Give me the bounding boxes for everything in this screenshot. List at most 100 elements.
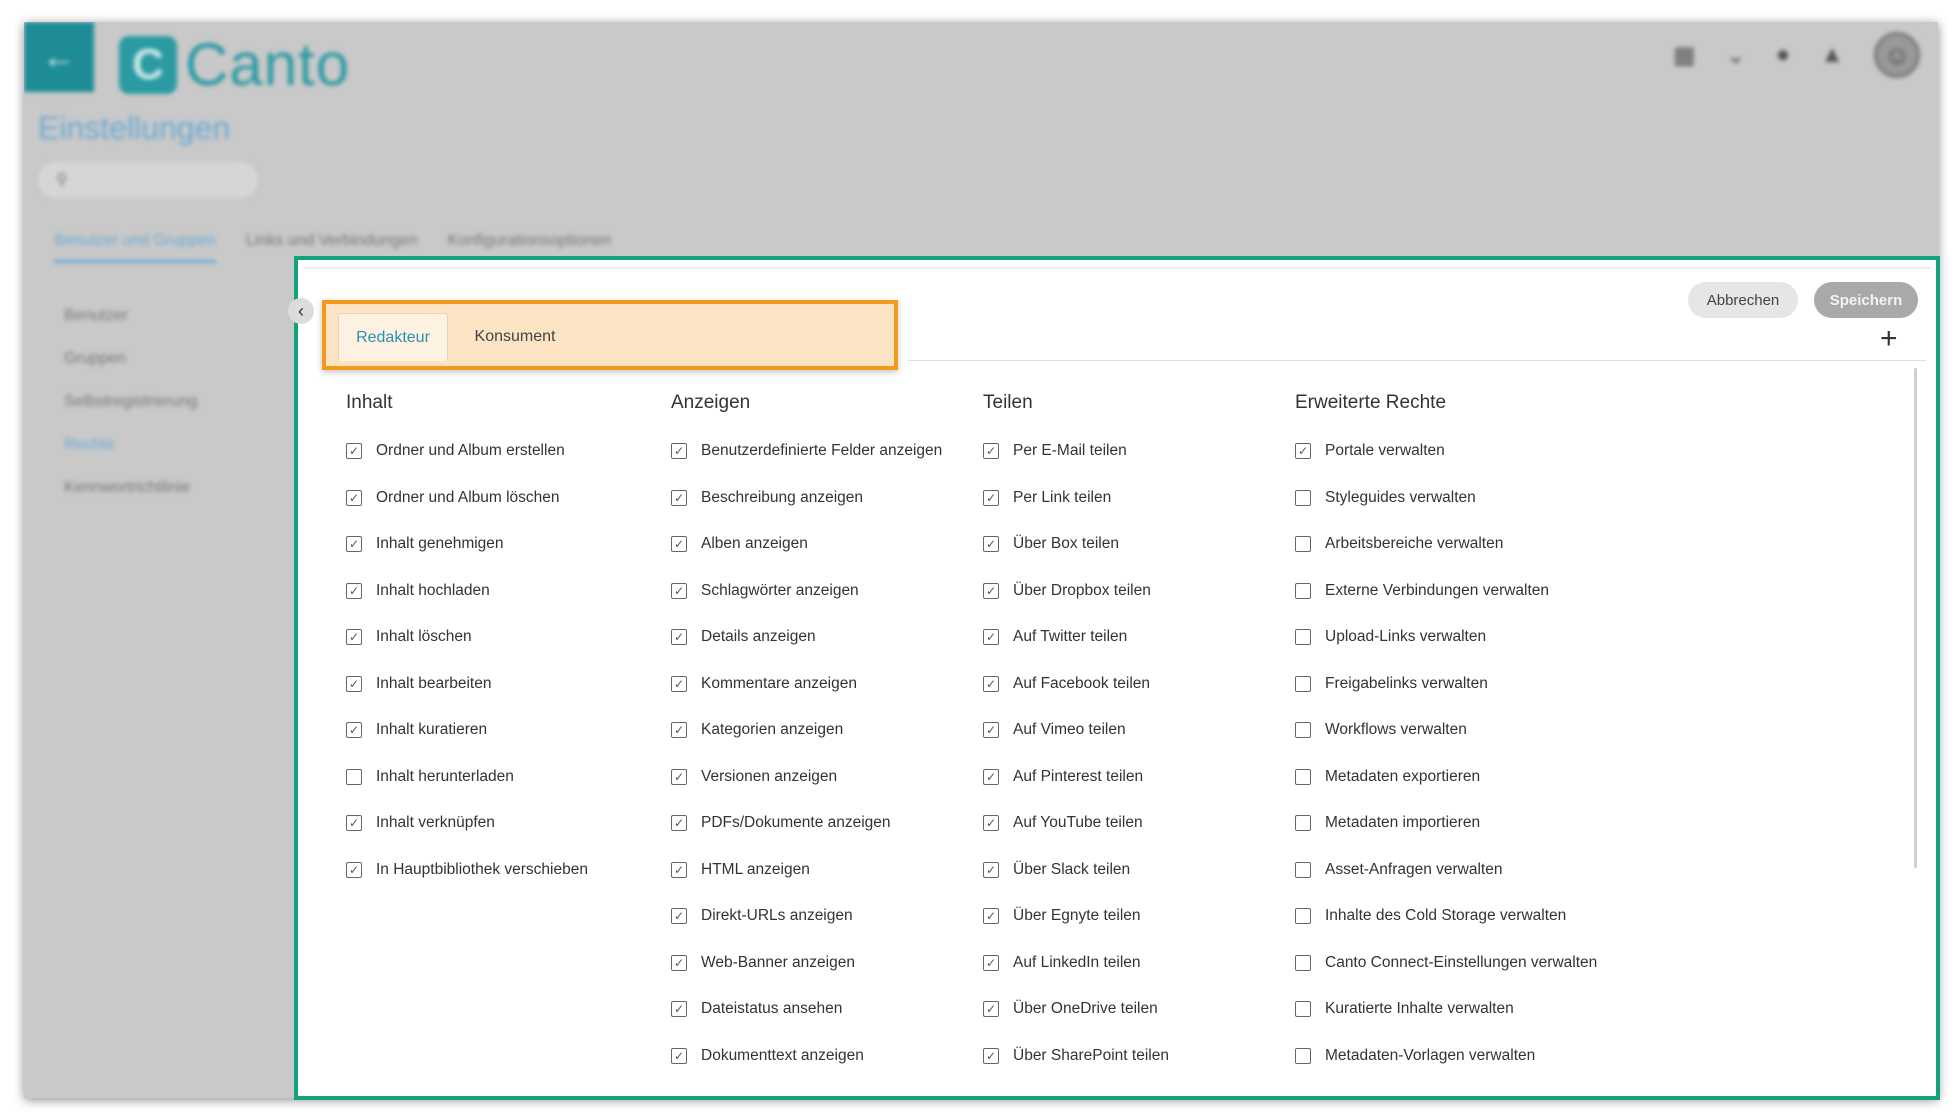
permission-checkbox[interactable] (983, 629, 999, 646)
permission-item[interactable]: Inhalt herunterladen (346, 754, 726, 801)
sidebar-item-self-registration[interactable]: Selbstregistrierung (64, 393, 197, 411)
permission-checkbox[interactable] (671, 1001, 687, 1018)
permission-item[interactable]: Inhalt verknüpfen (346, 800, 726, 847)
permission-label: Canto Connect-Einstellungen verwalten (1325, 953, 1598, 971)
permission-item[interactable]: Styleguides verwalten (1295, 475, 1675, 522)
permission-checkbox[interactable] (1295, 489, 1311, 506)
permission-item[interactable]: Externe Verbindungen verwalten (1295, 568, 1675, 615)
back-button[interactable]: ← (24, 22, 94, 92)
permission-checkbox[interactable] (1295, 908, 1311, 925)
permission-checkbox[interactable] (1295, 443, 1311, 460)
permission-checkbox[interactable] (1295, 675, 1311, 692)
permission-checkbox[interactable] (346, 722, 362, 739)
permission-checkbox[interactable] (983, 768, 999, 785)
permission-item[interactable]: Inhalt löschen (346, 614, 726, 661)
permission-checkbox[interactable] (346, 536, 362, 553)
add-role-icon[interactable]: + (1880, 324, 1898, 354)
permission-item[interactable]: Workflows verwalten (1295, 707, 1675, 754)
permission-checkbox[interactable] (1295, 1047, 1311, 1064)
save-button[interactable]: Speichern (1814, 282, 1918, 318)
help-icon[interactable]: ● (1776, 41, 1791, 69)
permission-checkbox[interactable] (983, 954, 999, 971)
permission-item[interactable]: Arbeitsbereiche verwalten (1295, 521, 1675, 568)
avatar[interactable]: ☺ (1874, 32, 1920, 78)
permission-checkbox[interactable] (346, 443, 362, 460)
permission-checkbox[interactable] (1295, 536, 1311, 553)
permission-checkbox[interactable] (1295, 1001, 1311, 1018)
permission-checkbox[interactable] (983, 908, 999, 925)
permission-item[interactable]: Asset-Anfragen verwalten (1295, 847, 1675, 894)
permission-checkbox[interactable] (346, 629, 362, 646)
permission-checkbox[interactable] (1295, 722, 1311, 739)
permission-checkbox[interactable] (983, 722, 999, 739)
permission-checkbox[interactable] (983, 443, 999, 460)
permission-checkbox[interactable] (346, 861, 362, 878)
permission-checkbox[interactable] (671, 861, 687, 878)
permission-item[interactable]: Inhalt genehmigen (346, 521, 726, 568)
permission-checkbox[interactable] (671, 908, 687, 925)
tab-redakteur[interactable]: Redakteur (338, 313, 448, 361)
permission-label: Inhalt löschen (376, 628, 472, 646)
permission-checkbox[interactable] (1295, 815, 1311, 832)
permission-checkbox[interactable] (346, 768, 362, 785)
permission-item[interactable]: Ordner und Album erstellen (346, 428, 726, 475)
permission-checkbox[interactable] (983, 582, 999, 599)
permission-checkbox[interactable] (983, 1047, 999, 1064)
collapse-sidebar-button[interactable]: ‹ (288, 298, 314, 324)
permission-item[interactable]: Portale verwalten (1295, 428, 1675, 475)
permission-checkbox[interactable] (983, 675, 999, 692)
permission-checkbox[interactable] (983, 1001, 999, 1018)
sidebar-item-users[interactable]: Benutzer (64, 307, 197, 325)
permission-checkbox[interactable] (671, 768, 687, 785)
cancel-button[interactable]: Abbrechen (1688, 282, 1798, 318)
bell-icon[interactable]: ▲ (1820, 41, 1844, 69)
permission-checkbox[interactable] (671, 1047, 687, 1064)
tab-users-groups[interactable]: Benutzer und Gruppen (54, 232, 216, 263)
permission-label: HTML anzeigen (701, 860, 810, 878)
chevron-down-icon[interactable]: ⌄ (1726, 41, 1746, 70)
sidebar-item-rights[interactable]: Rechte (64, 436, 197, 454)
permission-item[interactable]: Canto Connect-Einstellungen verwalten (1295, 940, 1675, 987)
permission-item[interactable]: Inhalt hochladen (346, 568, 726, 615)
permission-item[interactable]: Freigabelinks verwalten (1295, 661, 1675, 708)
sidebar-item-password-policy[interactable]: Kennwortrichtlinie (64, 479, 197, 497)
permission-checkbox[interactable] (671, 443, 687, 460)
scrollbar[interactable] (1914, 368, 1917, 868)
permission-checkbox[interactable] (1295, 954, 1311, 971)
permission-checkbox[interactable] (346, 582, 362, 599)
permission-item[interactable]: Metadaten-Vorlagen verwalten (1295, 1033, 1675, 1080)
permission-checkbox[interactable] (983, 489, 999, 506)
permission-checkbox[interactable] (346, 489, 362, 506)
permission-item[interactable]: Upload-Links verwalten (1295, 614, 1675, 661)
permission-item[interactable]: Inhalt bearbeiten (346, 661, 726, 708)
permission-checkbox[interactable] (1295, 582, 1311, 599)
permission-checkbox[interactable] (671, 815, 687, 832)
permission-item[interactable]: Inhalt kuratieren (346, 707, 726, 754)
permission-checkbox[interactable] (983, 861, 999, 878)
permission-item[interactable]: In Hauptbibliothek verschieben (346, 847, 726, 894)
permission-checkbox[interactable] (671, 536, 687, 553)
sidebar-item-groups[interactable]: Gruppen (64, 350, 197, 368)
permission-item[interactable]: Inhalte des Cold Storage verwalten (1295, 893, 1675, 940)
permission-checkbox[interactable] (671, 489, 687, 506)
permission-item[interactable]: Metadaten importieren (1295, 800, 1675, 847)
permission-checkbox[interactable] (671, 722, 687, 739)
permission-checkbox[interactable] (671, 954, 687, 971)
permission-checkbox[interactable] (1295, 768, 1311, 785)
permission-checkbox[interactable] (346, 675, 362, 692)
permission-label: Inhalt herunterladen (376, 767, 514, 785)
permission-checkbox[interactable] (1295, 629, 1311, 646)
permission-item[interactable]: Ordner und Album löschen (346, 475, 726, 522)
apps-grid-icon[interactable]: ▦ (1673, 41, 1696, 70)
permission-checkbox[interactable] (671, 582, 687, 599)
permission-item[interactable]: Metadaten exportieren (1295, 754, 1675, 801)
tab-konsument[interactable]: Konsument (460, 313, 570, 361)
permission-checkbox[interactable] (983, 815, 999, 832)
permission-checkbox[interactable] (983, 536, 999, 553)
permission-checkbox[interactable] (671, 629, 687, 646)
permission-item[interactable]: Kuratierte Inhalte verwalten (1295, 986, 1675, 1033)
permission-checkbox[interactable] (1295, 861, 1311, 878)
permission-checkbox[interactable] (671, 675, 687, 692)
permission-checkbox[interactable] (346, 815, 362, 832)
search-input[interactable]: ⚲ (38, 162, 258, 198)
